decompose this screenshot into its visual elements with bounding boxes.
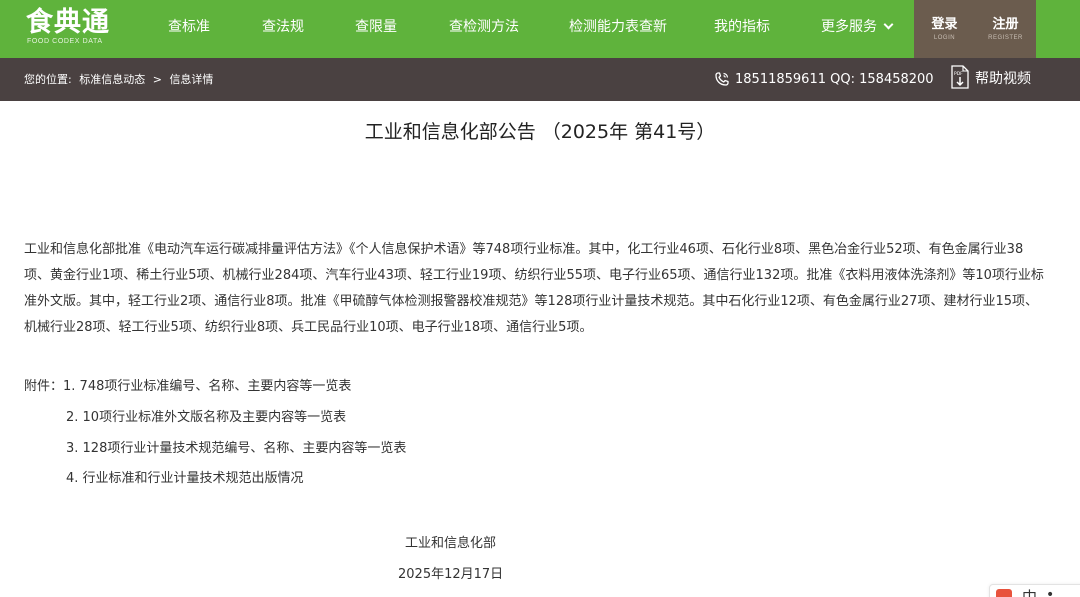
login-button[interactable]: 登录 LOGIN: [914, 0, 975, 58]
contact-info: 18511859611 QQ: 158458200: [714, 58, 934, 101]
attachment-item[interactable]: 2. 10项行业标准外文版名称及主要内容等一览表: [66, 408, 346, 428]
breadcrumb-current: 信息详情: [169, 73, 214, 86]
chevron-down-icon: [883, 19, 894, 30]
register-button[interactable]: 注册 REGISTER: [975, 0, 1036, 58]
help-video-link[interactable]: PDF 帮助视频: [951, 58, 1031, 101]
phone-number: 18511859611: [735, 72, 826, 87]
pdf-icon: PDF: [951, 65, 969, 89]
nav-item-my-indicators[interactable]: 我的指标: [714, 0, 770, 58]
article-body: 工业和信息化部批准《电动汽车运行碳减排量评估方法》《个人信息保护术语》等748项…: [24, 242, 1044, 335]
breadcrumb-separator: >: [152, 73, 162, 86]
language-indicator[interactable]: 中: [1022, 586, 1037, 597]
register-sublabel: REGISTER: [988, 35, 1023, 41]
attachment-item[interactable]: 1. 748项行业标准编号、名称、主要内容等一览表: [63, 379, 351, 394]
signature-issuer: 工业和信息化部: [405, 536, 497, 551]
breadcrumb-link-section[interactable]: 标准信息动态: [79, 73, 145, 86]
breadcrumb-prefix: 您的位置:: [24, 73, 72, 86]
nav-item-more-services[interactable]: 更多服务: [821, 0, 894, 58]
breadcrumb: 您的位置: 标准信息动态 > 信息详情: [24, 58, 217, 101]
login-sublabel: LOGIN: [933, 35, 956, 41]
nav-item-regulations[interactable]: 查法规: [262, 0, 304, 58]
attachment-item[interactable]: 4. 行业标准和行业计量技术规范出版情况: [66, 469, 304, 489]
app-badge-icon: [996, 589, 1012, 597]
breadcrumb-bar: 您的位置: 标准信息动态 > 信息详情 18511859611 QQ: 1584…: [0, 58, 1080, 101]
svg-text:PDF: PDF: [954, 71, 963, 77]
top-navigation-bar: 食典通 FOOD CODEX DATA 查标准 查法规 查限量 查检测方法 检测…: [0, 0, 1080, 58]
login-label: 登录: [931, 17, 958, 32]
phone-icon: [715, 71, 729, 86]
more-dots-icon: •,: [1046, 587, 1067, 597]
article-title: 工业和信息化部公告 （2025年 第41号）: [364, 121, 716, 143]
nav-more-label: 更多服务: [821, 19, 877, 35]
logo-subtitle: FOOD CODEX DATA: [27, 38, 103, 45]
nav-item-limits[interactable]: 查限量: [355, 0, 397, 58]
register-label: 注册: [992, 17, 1019, 32]
attachments-label: 附件：: [24, 379, 64, 394]
qq-label: QQ:: [830, 72, 855, 87]
help-video-label: 帮助视频: [975, 71, 1031, 87]
attachments-first-line: 附件：1. 748项行业标准编号、名称、主要内容等一览表: [24, 377, 351, 397]
floating-toolbar[interactable]: 中 •,: [989, 584, 1080, 597]
nav-item-capability-check[interactable]: 检测能力表查新: [569, 0, 667, 58]
nav-item-test-methods[interactable]: 查检测方法: [449, 0, 519, 58]
qq-number: 158458200: [859, 72, 934, 87]
site-logo[interactable]: 食典通 FOOD CODEX DATA: [26, 8, 126, 50]
attachment-item[interactable]: 3. 128项行业计量技术规范编号、名称、主要内容等一览表: [66, 439, 406, 459]
nav-item-standards[interactable]: 查标准: [168, 0, 210, 58]
signature-date: 2025年12月17日: [398, 567, 504, 582]
logo-text: 食典通: [26, 7, 110, 38]
